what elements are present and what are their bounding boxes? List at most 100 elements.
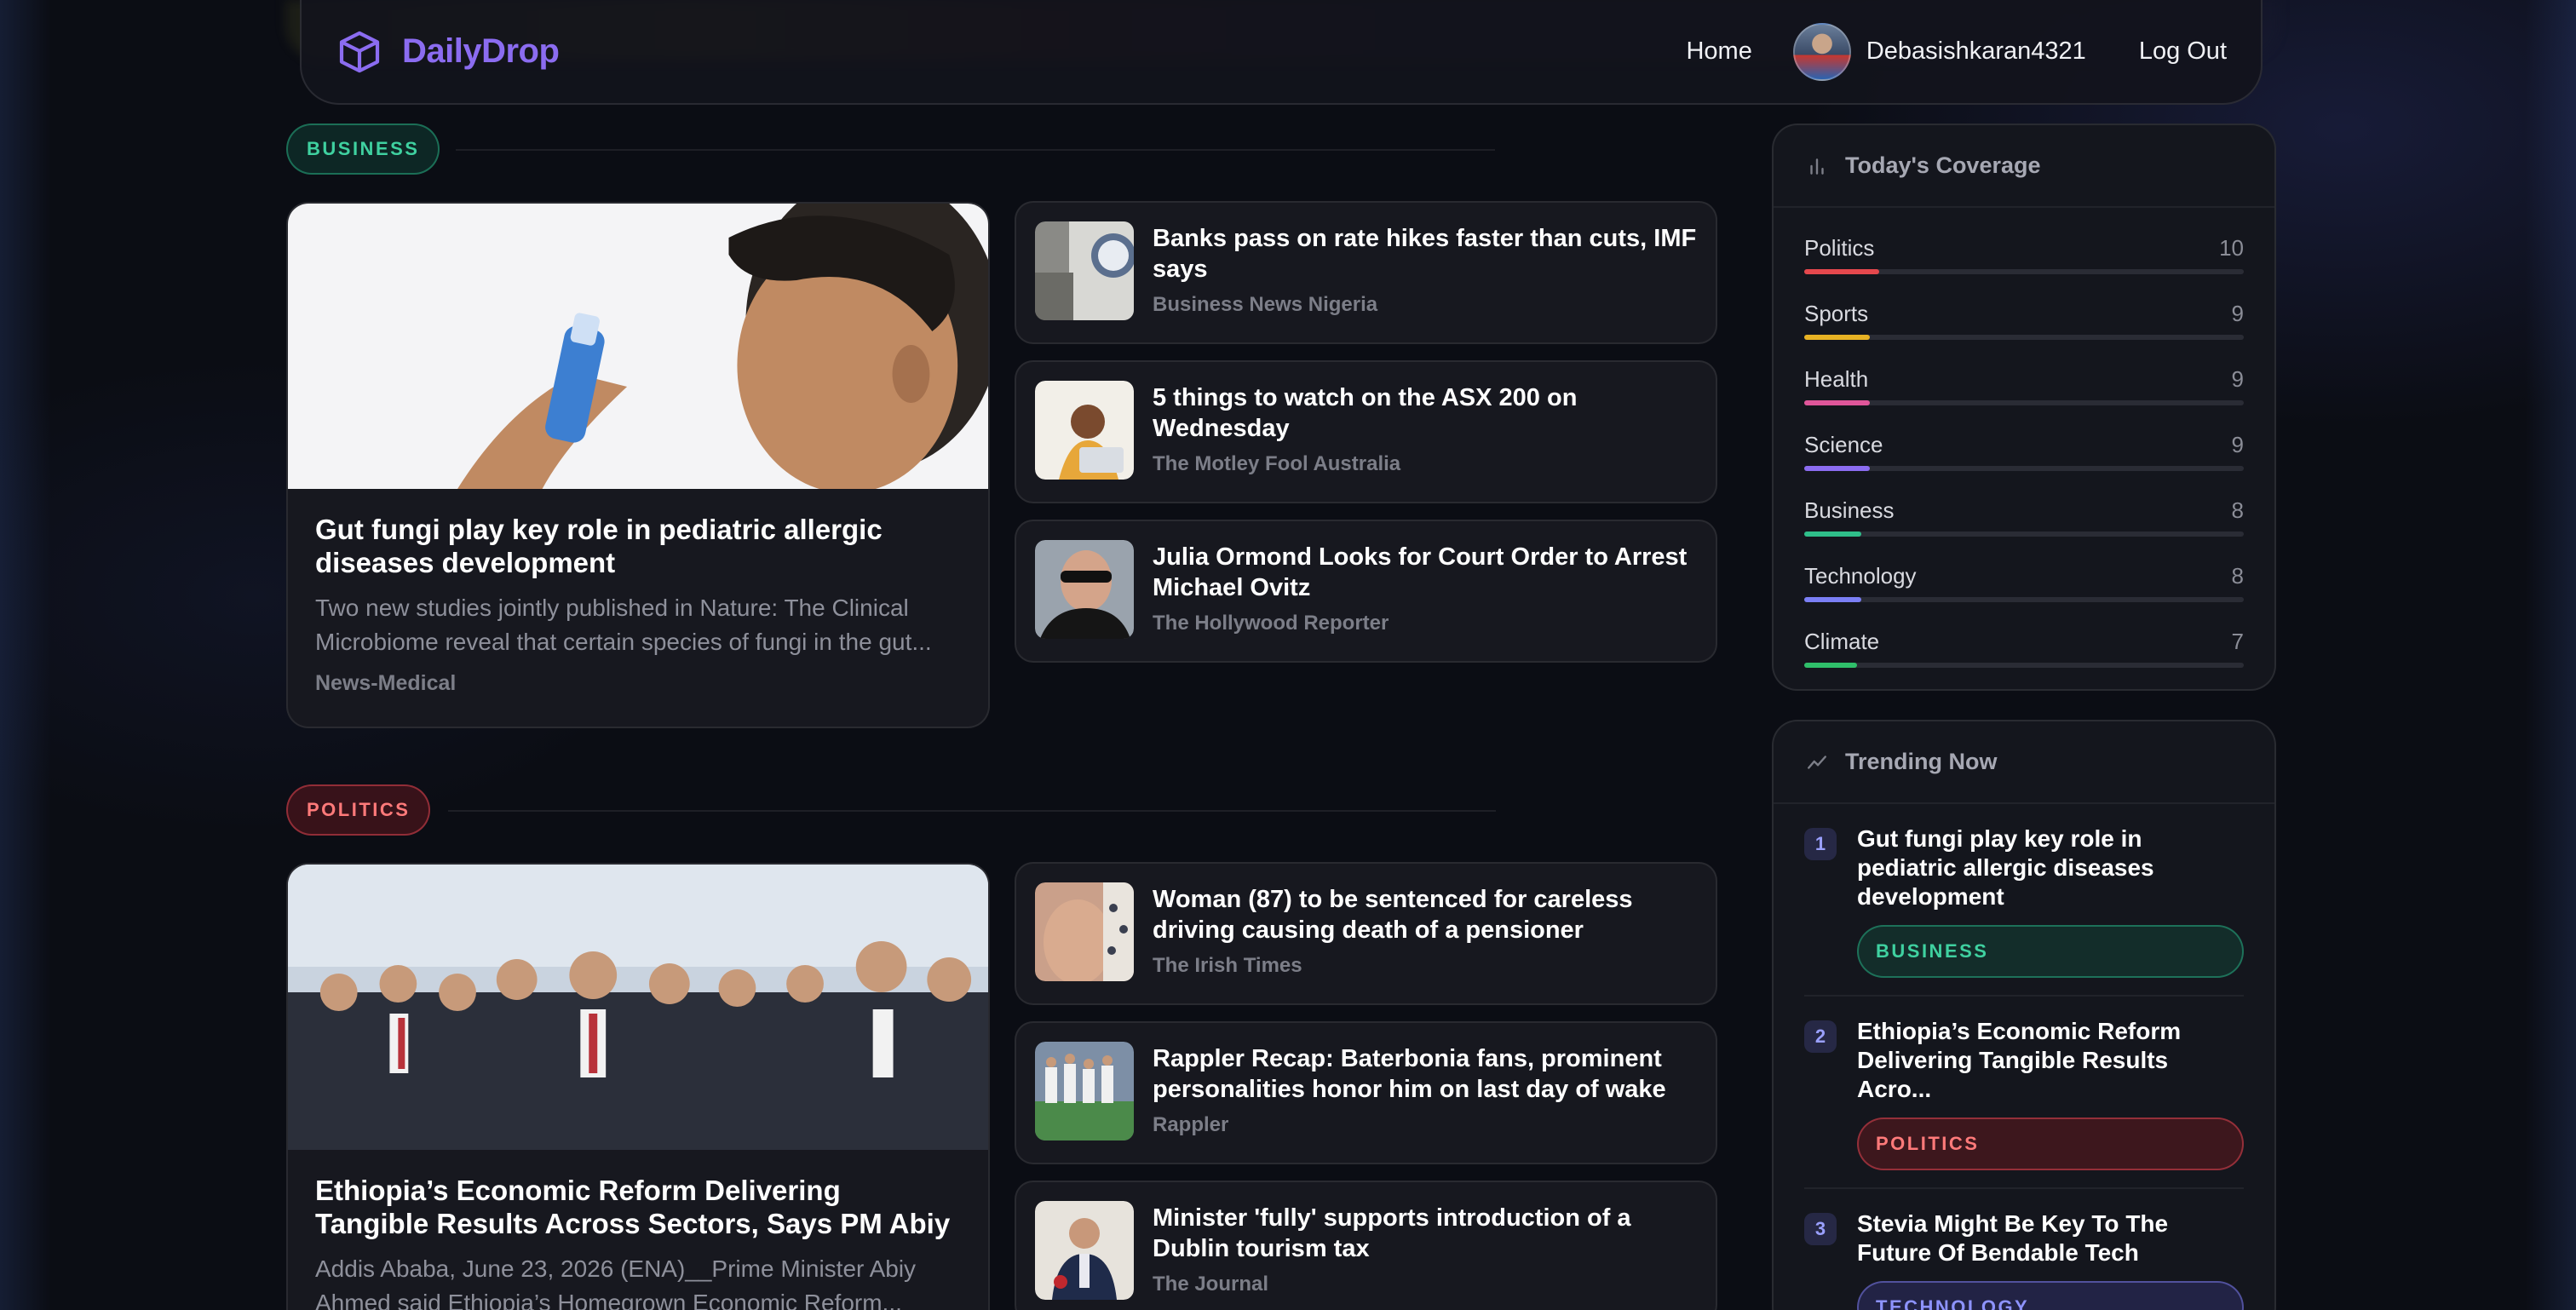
coverage-title: Today's Coverage xyxy=(1845,152,2041,178)
article-text: Woman (87) to be sentenced for careless … xyxy=(1153,882,1697,978)
nav-home-link[interactable]: Home xyxy=(1686,37,1751,66)
article-source: Rappler xyxy=(1153,1113,1229,1136)
coverage-count: 10 xyxy=(2219,235,2244,261)
coverage-item: Health 9 xyxy=(1804,359,2244,425)
trending-list: 1 Gut fungi play key role in pediatric a… xyxy=(1774,804,2274,1310)
trending-item-title[interactable]: Stevia Might Be Key To The Future Of Ben… xyxy=(1857,1209,2244,1267)
coverage-label: Science xyxy=(1804,432,1883,457)
coverage-bar-track xyxy=(1804,269,2244,274)
article-title[interactable]: Woman (87) to be sentenced for careless … xyxy=(1153,884,1697,945)
trending-item-title[interactable]: Gut fungi play key role in pediatric all… xyxy=(1857,824,2244,911)
article-text: Banks pass on rate hikes faster than cut… xyxy=(1153,221,1697,317)
trending-panel-header: Trending Now xyxy=(1774,721,2274,804)
bar-chart-icon xyxy=(1810,158,1824,175)
featured-article-source: News-Medical xyxy=(315,671,457,695)
coverage-bar-fill xyxy=(1804,466,1871,471)
brand-logo[interactable]: DailyDrop xyxy=(336,28,560,76)
article-text: 5 things to watch on the ASX 200 on Wedn… xyxy=(1153,381,1697,476)
article-card[interactable]: Woman (87) to be sentenced for careless … xyxy=(1015,862,1717,1005)
coverage-list: Politics 10 Sports 9 Health 9 Science 9 Business… xyxy=(1774,208,2274,687)
coverage-item: Climate 7 xyxy=(1804,622,2244,687)
coverage-item: Sports 9 xyxy=(1804,294,2244,359)
trending-item[interactable]: 3 Stevia Might Be Key To The Future Of B… xyxy=(1804,1189,2244,1310)
section-tag-business[interactable]: BUSINESS xyxy=(286,124,440,175)
main-nav: Home Debasishkaran4321 Log Out xyxy=(1686,22,2227,81)
featured-article-title[interactable]: Ethiopia’s Economic Reform Delivering Ta… xyxy=(315,1174,961,1240)
trending-item-title[interactable]: Ethiopia’s Economic Reform Delivering Ta… xyxy=(1857,1017,2244,1104)
featured-article-image xyxy=(288,865,988,1150)
trending-item-tag[interactable]: POLITICS xyxy=(1857,1118,2244,1170)
featured-article-body: Gut fungi play key role in pediatric all… xyxy=(288,489,988,720)
logout-link[interactable]: Log Out xyxy=(2139,37,2227,66)
article-title[interactable]: 5 things to watch on the ASX 200 on Wedn… xyxy=(1153,382,1697,444)
article-text: Julia Ormond Looks for Court Order to Ar… xyxy=(1153,540,1697,635)
coverage-panel-header: Today's Coverage xyxy=(1774,125,2274,208)
trending-item-tag[interactable]: BUSINESS xyxy=(1857,925,2244,978)
trending-rank: 1 xyxy=(1804,828,1837,860)
coverage-bar-track xyxy=(1804,531,2244,537)
avatar xyxy=(1792,22,1851,81)
coverage-bar-track xyxy=(1804,466,2244,471)
featured-article-card[interactable]: Gut fungi play key role in pediatric all… xyxy=(286,202,990,728)
coverage-count: 9 xyxy=(2231,366,2244,392)
username: Debasishkaran4321 xyxy=(1866,37,2086,65)
article-source: The Motley Fool Australia xyxy=(1153,452,1401,475)
coverage-label: Health xyxy=(1804,366,1869,392)
coverage-count: 8 xyxy=(2231,497,2244,523)
section-tag-politics[interactable]: POLITICS xyxy=(286,784,431,836)
coverage-bar-track xyxy=(1804,663,2244,668)
coverage-bar-track xyxy=(1804,335,2244,340)
article-card[interactable]: 5 things to watch on the ASX 200 on Wedn… xyxy=(1015,360,1717,503)
article-source: The Irish Times xyxy=(1153,954,1302,977)
coverage-item: Science 9 xyxy=(1804,425,2244,491)
coverage-bar-fill xyxy=(1804,335,1871,340)
coverage-count: 9 xyxy=(2231,432,2244,457)
article-title[interactable]: Julia Ormond Looks for Court Order to Ar… xyxy=(1153,542,1697,603)
trending-item-tag[interactable]: TECHNOLOGY xyxy=(1857,1281,2244,1310)
coverage-bar-fill xyxy=(1804,531,1862,537)
coverage-bar-fill xyxy=(1804,597,1862,602)
coverage-item: Technology 8 xyxy=(1804,556,2244,622)
article-thumbnail xyxy=(1035,540,1134,639)
featured-article-description: Addis Ababa, June 23, 2026 (ENA)__Prime … xyxy=(315,1255,917,1310)
article-title[interactable]: Rappler Recap: Baterbonia fans, prominen… xyxy=(1153,1043,1697,1105)
trending-icon xyxy=(1808,755,1826,769)
article-source: The Journal xyxy=(1153,1273,1269,1296)
article-card[interactable]: Julia Ormond Looks for Court Order to Ar… xyxy=(1015,520,1717,663)
coverage-label: Sports xyxy=(1804,301,1869,326)
coverage-count: 8 xyxy=(2231,563,2244,589)
featured-article-description: Two new studies jointly published in Nat… xyxy=(315,595,932,655)
trending-rank: 2 xyxy=(1804,1020,1837,1053)
article-thumbnail xyxy=(1035,221,1134,320)
article-thumbnail xyxy=(1035,1042,1134,1141)
featured-article-image xyxy=(288,204,988,489)
top-navbar: DailyDrop Home Debasishkaran4321 Log Out xyxy=(300,0,2263,105)
coverage-bar-fill xyxy=(1804,269,1879,274)
trending-item[interactable]: 2 Ethiopia’s Economic Reform Delivering … xyxy=(1804,997,2244,1189)
coverage-bar-fill xyxy=(1804,400,1871,405)
featured-article-card[interactable]: Ethiopia’s Economic Reform Delivering Ta… xyxy=(286,863,990,1310)
section-divider xyxy=(448,810,1496,812)
brand-name: DailyDrop xyxy=(402,32,560,70)
featured-article-title[interactable]: Gut fungi play key role in pediatric all… xyxy=(315,513,961,579)
coverage-label: Climate xyxy=(1804,629,1880,654)
coverage-bar-track xyxy=(1804,400,2244,405)
coverage-bar-track xyxy=(1804,597,2244,602)
article-source: The Hollywood Reporter xyxy=(1153,612,1389,635)
trending-item[interactable]: 1 Gut fungi play key role in pediatric a… xyxy=(1804,804,2244,997)
article-card[interactable]: Banks pass on rate hikes faster than cut… xyxy=(1015,201,1717,344)
article-title[interactable]: Banks pass on rate hikes faster than cut… xyxy=(1153,223,1697,284)
coverage-label: Business xyxy=(1804,497,1895,523)
article-title[interactable]: Minister 'fully' supports introduction o… xyxy=(1153,1203,1697,1264)
article-source: Business News Nigeria xyxy=(1153,293,1378,316)
user-profile[interactable]: Debasishkaran4321 xyxy=(1792,22,2086,81)
article-card[interactable]: Rappler Recap: Baterbonia fans, prominen… xyxy=(1015,1021,1717,1164)
coverage-label: Technology xyxy=(1804,563,1917,589)
article-card[interactable]: Minister 'fully' supports introduction o… xyxy=(1015,1181,1717,1310)
section-divider xyxy=(456,149,1495,151)
coverage-item: Business 8 xyxy=(1804,491,2244,556)
article-thumbnail xyxy=(1035,1201,1134,1300)
trending-panel: Trending Now 1 Gut fungi play key role i… xyxy=(1772,720,2276,1310)
trending-rank: 3 xyxy=(1804,1213,1837,1245)
coverage-label: Politics xyxy=(1804,235,1875,261)
